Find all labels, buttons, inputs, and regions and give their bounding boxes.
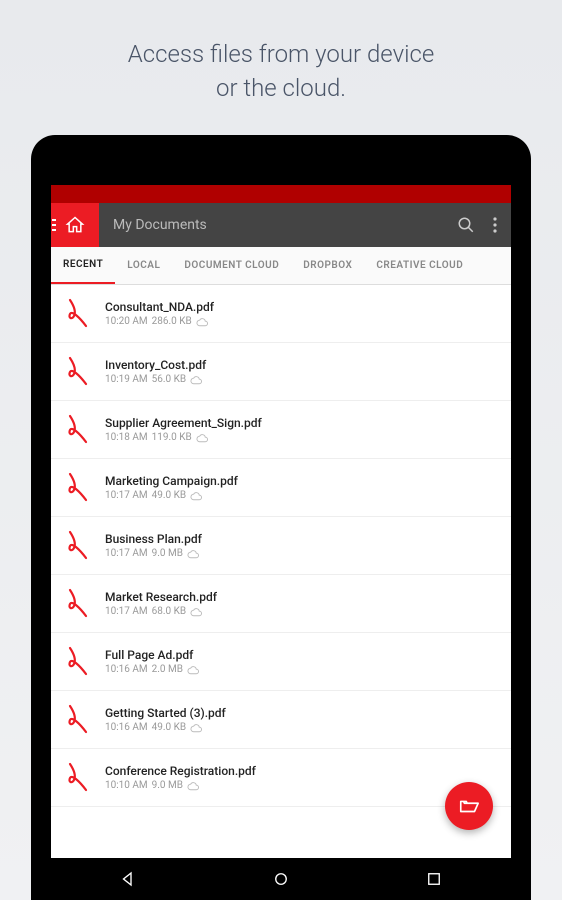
file-info: Conference Registration.pdf 10:10 AM 9.0… [105, 764, 497, 791]
file-size: 49.0 KB [152, 490, 186, 501]
file-size: 9.0 MB [152, 780, 183, 791]
cloud-icon [187, 782, 199, 790]
file-meta: 10:18 AM 119.0 KB [105, 432, 497, 443]
promo-line1: Access files from your device [128, 40, 435, 68]
file-meta: 10:19 AM 56.0 KB [105, 374, 497, 385]
nav-home-button[interactable] [251, 858, 311, 900]
file-row[interactable]: Getting Started (3).pdf 10:16 AM 49.0 KB [51, 691, 511, 749]
file-row[interactable]: Market Research.pdf 10:17 AM 68.0 KB [51, 575, 511, 633]
file-row[interactable]: Business Plan.pdf 10:17 AM 9.0 MB [51, 517, 511, 575]
status-bar [51, 185, 511, 203]
home-icon [65, 215, 85, 235]
cloud-icon [196, 434, 208, 442]
file-info: Market Research.pdf 10:17 AM 68.0 KB [105, 590, 497, 617]
cloud-icon [196, 318, 208, 326]
cloud-icon [187, 550, 199, 558]
file-info: Consultant_NDA.pdf 10:20 AM 286.0 KB [105, 300, 497, 327]
search-icon[interactable] [457, 216, 475, 234]
page-title: My Documents [113, 217, 457, 233]
pdf-icon [65, 587, 93, 621]
file-size: 2.0 MB [152, 664, 183, 675]
app-bar: My Documents [51, 203, 511, 247]
pdf-icon [65, 645, 93, 679]
file-size: 286.0 KB [152, 316, 192, 327]
cloud-icon [190, 724, 202, 732]
file-time: 10:18 AM [105, 432, 148, 443]
tab-document-cloud[interactable]: DOCUMENT CLOUD [172, 247, 291, 284]
file-name: Inventory_Cost.pdf [105, 358, 497, 372]
file-size: 9.0 MB [152, 548, 183, 559]
tab-local[interactable]: LOCAL [115, 247, 172, 284]
file-info: Business Plan.pdf 10:17 AM 9.0 MB [105, 532, 497, 559]
pdf-icon [65, 529, 93, 563]
pdf-icon [65, 703, 93, 737]
file-name: Consultant_NDA.pdf [105, 300, 497, 314]
tab-creative-cloud[interactable]: CREATIVE CLOUD [364, 247, 475, 284]
file-row[interactable]: Conference Registration.pdf 10:10 AM 9.0… [51, 749, 511, 807]
app-screen: My Documents RECENTLOCALDOCUMENT CLOUDDR… [51, 185, 511, 900]
file-time: 10:17 AM [105, 606, 148, 617]
file-info: Marketing Campaign.pdf 10:17 AM 49.0 KB [105, 474, 497, 501]
home-button[interactable] [51, 203, 99, 247]
file-meta: 10:10 AM 9.0 MB [105, 780, 497, 791]
file-row[interactable]: Inventory_Cost.pdf 10:19 AM 56.0 KB [51, 343, 511, 401]
file-meta: 10:17 AM 68.0 KB [105, 606, 497, 617]
overflow-menu-icon[interactable] [493, 217, 497, 233]
file-meta: 10:16 AM 2.0 MB [105, 664, 497, 675]
file-name: Business Plan.pdf [105, 532, 497, 546]
file-size: 49.0 KB [152, 722, 186, 733]
file-meta: 10:17 AM 49.0 KB [105, 490, 497, 501]
folder-open-icon [458, 795, 480, 817]
android-nav-bar [51, 858, 511, 900]
file-name: Marketing Campaign.pdf [105, 474, 497, 488]
file-name: Conference Registration.pdf [105, 764, 497, 778]
menu-icon[interactable] [51, 203, 57, 247]
file-name: Supplier Agreement_Sign.pdf [105, 416, 497, 430]
file-row[interactable]: Supplier Agreement_Sign.pdf 10:18 AM 119… [51, 401, 511, 459]
file-list[interactable]: Consultant_NDA.pdf 10:20 AM 286.0 KB Inv… [51, 285, 511, 900]
file-time: 10:16 AM [105, 664, 148, 675]
tablet-frame: My Documents RECENTLOCALDOCUMENT CLOUDDR… [31, 135, 531, 900]
pdf-icon [65, 413, 93, 447]
promo-caption: Access files from your device or the clo… [128, 38, 435, 105]
tab-bar: RECENTLOCALDOCUMENT CLOUDDROPBOXCREATIVE… [51, 247, 511, 285]
file-size: 119.0 KB [152, 432, 192, 443]
cloud-icon [187, 666, 199, 674]
file-size: 68.0 KB [152, 606, 186, 617]
file-row[interactable]: Consultant_NDA.pdf 10:20 AM 286.0 KB [51, 285, 511, 343]
file-name: Market Research.pdf [105, 590, 497, 604]
pdf-icon [65, 471, 93, 505]
file-meta: 10:20 AM 286.0 KB [105, 316, 497, 327]
fab-open-folder[interactable] [445, 782, 493, 830]
file-info: Full Page Ad.pdf 10:16 AM 2.0 MB [105, 648, 497, 675]
tab-dropbox[interactable]: DROPBOX [291, 247, 364, 284]
file-time: 10:17 AM [105, 548, 148, 559]
file-row[interactable]: Marketing Campaign.pdf 10:17 AM 49.0 KB [51, 459, 511, 517]
file-time: 10:17 AM [105, 490, 148, 501]
file-time: 10:16 AM [105, 722, 148, 733]
file-meta: 10:16 AM 49.0 KB [105, 722, 497, 733]
promo-line2: or the cloud. [216, 74, 346, 102]
cloud-icon [190, 608, 202, 616]
file-time: 10:19 AM [105, 374, 148, 385]
file-time: 10:20 AM [105, 316, 148, 327]
pdf-icon [65, 761, 93, 795]
nav-back-button[interactable] [98, 858, 158, 900]
file-info: Getting Started (3).pdf 10:16 AM 49.0 KB [105, 706, 497, 733]
file-row[interactable]: Full Page Ad.pdf 10:16 AM 2.0 MB [51, 633, 511, 691]
pdf-icon [65, 355, 93, 389]
nav-recents-button[interactable] [404, 858, 464, 900]
file-size: 56.0 KB [152, 374, 186, 385]
pdf-icon [65, 297, 93, 331]
cloud-icon [190, 492, 202, 500]
cloud-icon [190, 376, 202, 384]
file-name: Full Page Ad.pdf [105, 648, 497, 662]
file-meta: 10:17 AM 9.0 MB [105, 548, 497, 559]
file-time: 10:10 AM [105, 780, 148, 791]
file-info: Inventory_Cost.pdf 10:19 AM 56.0 KB [105, 358, 497, 385]
tab-recent[interactable]: RECENT [51, 247, 115, 284]
file-info: Supplier Agreement_Sign.pdf 10:18 AM 119… [105, 416, 497, 443]
file-name: Getting Started (3).pdf [105, 706, 497, 720]
